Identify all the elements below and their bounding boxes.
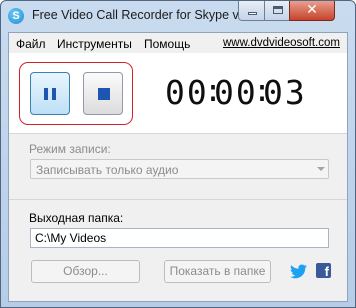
timer-minutes: 00 [214, 73, 258, 112]
facebook-icon[interactable]: f [316, 263, 331, 279]
title-bar[interactable]: S Free Video Call Recorder for Skype v..… [1, 1, 355, 31]
menu-tools[interactable]: Инструменты [57, 37, 132, 51]
website-link[interactable]: www.dvdvideosoft.com [223, 37, 340, 49]
client-area: Файл Инструменты Помощь www.dvdvideosoft… [8, 32, 348, 302]
stop-icon [98, 88, 110, 100]
window-title: Free Video Call Recorder for Skype v... [32, 8, 249, 22]
twitter-icon[interactable] [290, 264, 307, 279]
section-divider [9, 199, 347, 200]
recording-timer: 00 : 00 : 03 [165, 73, 305, 112]
output-folder-label: Выходная папка: [29, 211, 124, 225]
pause-bar-right [52, 88, 56, 100]
browse-button[interactable]: Обзор... [31, 260, 140, 283]
minimize-icon [248, 12, 257, 15]
menu-bar: Файл Инструменты Помощь www.dvdvideosoft… [9, 33, 347, 53]
menu-help[interactable]: Помощь [144, 37, 190, 51]
close-icon: ✕ [306, 2, 318, 18]
recorder-panel: 00 : 00 : 03 [9, 53, 347, 134]
chevron-down-icon [317, 167, 325, 171]
recording-mode-value: Записывать только аудио [36, 163, 179, 177]
app-window: S Free Video Call Recorder for Skype v..… [0, 0, 356, 308]
recording-controls [19, 62, 133, 125]
maximize-button[interactable] [264, 1, 290, 21]
recording-mode-select[interactable]: Записывать только аудио [30, 159, 329, 179]
menu-file[interactable]: Файл [16, 37, 46, 51]
show-in-folder-button[interactable]: Показать в папке [164, 260, 271, 283]
timer-hours: 00 [165, 73, 209, 112]
pause-bar-left [44, 88, 48, 100]
minimize-button[interactable] [238, 1, 265, 21]
stop-button[interactable] [83, 72, 123, 115]
pause-button[interactable] [30, 72, 70, 115]
close-button[interactable]: ✕ [289, 1, 335, 21]
skype-icon[interactable]: S [8, 8, 24, 24]
recording-mode-label: Режим записи: [29, 142, 111, 156]
timer-seconds: 03 [263, 73, 307, 112]
output-folder-input[interactable] [30, 228, 329, 248]
maximize-icon [273, 6, 283, 14]
